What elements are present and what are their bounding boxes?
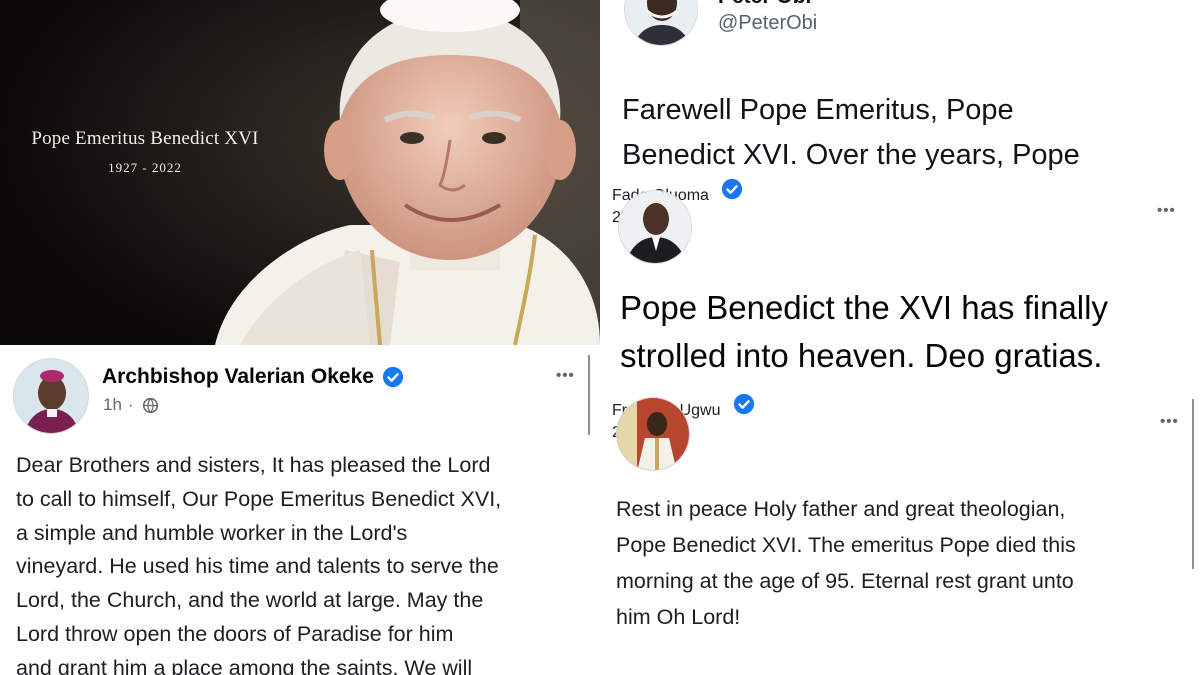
post-line: Pope Benedict the XVI has finally [620,289,1108,326]
caption-name: Pope Emeritus Benedict XVI [31,128,259,149]
post-body: Dear Brothers and sisters, It has please… [16,449,596,675]
post-line: a simple and humble worker in the Lord's [16,520,408,545]
post-line: strolled into heaven. Deo gratias. [620,337,1103,374]
post-line: Rest in peace Holy father and great theo… [616,497,1066,521]
post-line: to call to himself, Our Pope Emeritus Be… [16,486,502,511]
avatar[interactable] [13,358,89,434]
post-author[interactable]: Fada Oluoma [612,178,1200,205]
scroll-edge [1192,399,1194,569]
avatar[interactable] [624,0,698,46]
tweet-line: Benedict XVI. Over the years, Pope [622,139,1080,171]
avatar[interactable] [618,190,692,264]
tweet-body: Farewell Pope Emeritus, Pope Benedict XV… [622,88,1080,178]
avatar-image [619,191,691,263]
globe-icon [142,397,158,413]
author-name[interactable]: Archbishop Valerian Okeke [102,365,374,389]
post-okeke: Archbishop Valerian Okeke 1h · ••• Dear … [0,345,600,675]
post-line: him Oh Lord! [616,605,741,629]
post-line: Dear Brothers and sisters, It has please… [16,453,491,477]
more-options-icon[interactable]: ••• [1160,413,1179,430]
tweet-card: Peter Obi @PeterObi Farewell Pope Emerit… [612,0,1200,190]
avatar-image [625,0,697,45]
scroll-edge [588,355,590,435]
post-meta: 2h · [612,205,1200,227]
post-author[interactable]: Archbishop Valerian Okeke [102,365,404,389]
avatar-image [14,359,88,433]
post-line: Lord throw open the doors of Paradise fo… [16,621,454,646]
post-body: Rest in peace Holy father and great theo… [616,491,1076,635]
verified-badge-icon [382,366,404,388]
post-body: Pope Benedict the XVI has finally stroll… [620,284,1108,380]
post-fada: Fada Oluoma 2h · ••• Pope Benedict the X… [612,178,1200,393]
post-kelvin: Fr Kelvin Ugwu 2h · ••• Rest in peace Ho… [612,393,1200,675]
post-line: Lord, the Church, and the world at large… [16,588,484,613]
post-line: Pope Benedict XVI. The emeritus Pope die… [616,533,1076,557]
post-meta: 2h · [612,420,1200,442]
post-line: and grant him a place among the saints. … [16,655,473,675]
more-options-icon[interactable]: ••• [556,367,575,384]
column-gap [600,0,612,675]
post-line: morning at the age of 95. Eternal rest g… [616,569,1074,593]
verified-badge-icon [722,178,743,200]
post-line: vineyard. He used his time and talents t… [16,554,499,579]
caption-years: 1927 - 2022 [108,160,182,175]
photo-caption: Pope Emeritus Benedict XVI 1927 - 2022 [0,128,290,176]
post-meta: 1h · [103,395,159,415]
avatar-image [617,398,689,470]
avatar[interactable] [616,397,690,471]
post-author[interactable]: Fr Kelvin Ugwu [612,393,1200,420]
tweet-line: Farewell Pope Emeritus, Pope [622,94,1014,126]
tweet-handle[interactable]: @PeterObi [718,12,817,35]
post-time[interactable]: 1h [103,395,122,415]
memorial-photo: Pope Emeritus Benedict XVI 1927 - 2022 [0,0,600,345]
more-options-icon[interactable]: ••• [1157,202,1176,219]
tweet-author-partial[interactable]: Peter Obi [718,0,811,9]
verified-badge-icon [733,393,755,415]
